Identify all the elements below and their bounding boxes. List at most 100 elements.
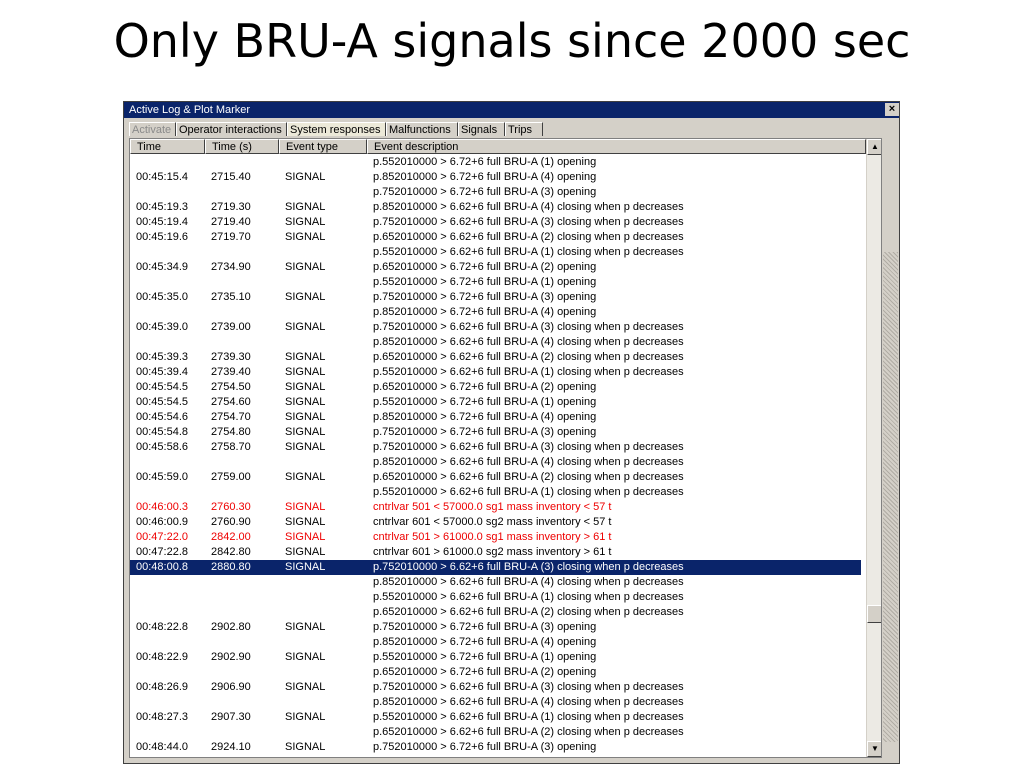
scroll-up-icon[interactable]: ▲ <box>867 139 881 155</box>
scroll-thumb[interactable] <box>867 605 881 623</box>
table-row[interactable]: 00:48:26.9 2906.90 SIGNAL p.752010000 > 6.6… <box>130 680 861 695</box>
cell-time: 00:45:39.0 <box>136 321 188 333</box>
cell-event-description: cntrlvar 601 < 57000.0 sg2 mass inventor… <box>373 516 612 528</box>
cell-event-description: p.552010000 > 6.62+6 full BRU-A (1) clos… <box>373 246 684 258</box>
column-header-event-type[interactable]: Event type <box>279 139 367 154</box>
window-titlebar[interactable]: Active Log & Plot Marker × <box>124 102 899 118</box>
table-row[interactable]: 00:45:19.3 2719.30 SIGNAL p.852010000 > 6.6… <box>130 200 861 215</box>
table-row[interactable]: 00:47:22.0 2842.00 SIGNAL cntrlvar 501 > 61… <box>130 530 861 545</box>
table-row[interactable]: 00:47:22.8 2842.80 SIGNAL cntrlvar 601 > 61… <box>130 545 861 560</box>
tab-trips[interactable]: Trips <box>505 122 543 136</box>
column-header-event-description[interactable]: Event description <box>367 139 866 154</box>
tab-signals[interactable]: Signals <box>458 122 505 136</box>
tab-operator-interactions[interactable]: Operator interactions <box>176 122 287 136</box>
table-row[interactable]: p.852010000 > 6.72+6 full BRU-A (4) open… <box>130 305 861 320</box>
table-row[interactable]: 00:45:59.0 2759.00 SIGNAL p.652010000 > 6.6… <box>130 470 861 485</box>
table-row[interactable]: 00:45:15.4 2715.40 SIGNAL p.852010000 > 6.7… <box>130 170 861 185</box>
table-row[interactable]: 00:46:00.9 2760.90 SIGNAL cntrlvar 601 < 57… <box>130 515 861 530</box>
cell-time: 00:45:35.0 <box>136 291 188 303</box>
cell-event-type: SIGNAL <box>285 261 326 273</box>
table-row[interactable]: 00:48:44.0 2924.10 SIGNAL p.752010000 > 6.7… <box>130 740 861 755</box>
cell-event-description: p.852010000 > 6.62+6 full BRU-A (4) clos… <box>373 201 684 213</box>
table-row[interactable]: p.552010000 > 6.72+6 full BRU-A (1) open… <box>130 275 861 290</box>
table-row[interactable]: 00:45:58.6 2758.70 SIGNAL p.752010000 > 6.6… <box>130 440 861 455</box>
cell-time-s: 2760.90 <box>211 516 251 528</box>
table-row[interactable]: 00:45:34.9 2734.90 SIGNAL p.652010000 > 6.7… <box>130 260 861 275</box>
cell-event-description: p.552010000 > 6.62+6 full BRU-A (1) clos… <box>373 486 684 498</box>
cell-event-description: p.752010000 > 6.72+6 full BRU-A (3) open… <box>373 291 597 303</box>
table-row[interactable]: p.852010000 > 6.72+6 full BRU-A (4) open… <box>130 635 861 650</box>
cell-time: 00:45:15.4 <box>136 171 188 183</box>
cell-time: 00:45:19.6 <box>136 231 188 243</box>
cell-time: 00:45:54.5 <box>136 396 188 408</box>
cell-time: 00:48:27.3 <box>136 711 188 723</box>
table-row[interactable]: p.652010000 > 6.62+6 full BRU-A (2) clos… <box>130 605 861 620</box>
cell-event-description: cntrlvar 501 < 57000.0 sg1 mass inventor… <box>373 501 612 513</box>
tab-system-responses[interactable]: System responses <box>287 122 386 136</box>
column-header-time[interactable]: Time <box>130 139 205 154</box>
table-row[interactable]: 00:45:39.4 2739.40 SIGNAL p.552010000 > 6.6… <box>130 365 861 380</box>
table-row[interactable]: 00:48:22.8 2902.80 SIGNAL p.752010000 > 6.7… <box>130 620 861 635</box>
cell-event-description: p.852010000 > 6.72+6 full BRU-A (4) open… <box>373 306 597 318</box>
cell-event-type: SIGNAL <box>285 561 326 573</box>
table-row[interactable]: p.552010000 > 6.62+6 full BRU-A (1) clos… <box>130 590 861 605</box>
table-row[interactable]: 00:45:54.5 2754.60 SIGNAL p.552010000 > 6.7… <box>130 395 861 410</box>
table-row[interactable]: 00:45:39.3 2739.30 SIGNAL p.652010000 > 6.6… <box>130 350 861 365</box>
scroll-down-icon[interactable]: ▼ <box>867 741 881 757</box>
cell-event-description: p.752010000 > 6.72+6 full BRU-A (3) open… <box>373 741 597 753</box>
table-row[interactable]: p.852010000 > 6.62+6 full BRU-A (4) clos… <box>130 335 861 350</box>
window-resize-grip[interactable] <box>883 252 898 742</box>
cell-time: 00:46:00.9 <box>136 516 188 528</box>
cell-time-s: 2902.80 <box>211 621 251 633</box>
vertical-scrollbar[interactable]: ▲ ▼ <box>866 139 881 757</box>
table-row[interactable]: 00:45:19.6 2719.70 SIGNAL p.652010000 > 6.6… <box>130 230 861 245</box>
cell-time: 00:45:54.6 <box>136 411 188 423</box>
table-row[interactable]: 00:45:54.8 2754.80 SIGNAL p.752010000 > 6.7… <box>130 425 861 440</box>
table-row[interactable]: p.852010000 > 6.62+6 full BRU-A (4) clos… <box>130 575 861 590</box>
table-row[interactable]: p.652010000 > 6.62+6 full BRU-A (2) clos… <box>130 725 861 740</box>
tab-activate[interactable]: Activate <box>129 122 176 136</box>
table-row[interactable]: p.852010000 > 6.62+6 full BRU-A (4) clos… <box>130 695 861 710</box>
cell-event-description: p.652010000 > 6.72+6 full BRU-A (2) open… <box>373 381 597 393</box>
cell-event-description: p.752010000 > 6.62+6 full BRU-A (3) clos… <box>373 681 684 693</box>
table-row[interactable]: p.552010000 > 6.62+6 full BRU-A (1) clos… <box>130 485 861 500</box>
cell-event-description: p.552010000 > 6.72+6 full BRU-A (1) open… <box>373 396 597 408</box>
column-header-time-s[interactable]: Time (s) <box>205 139 279 154</box>
log-window: Active Log & Plot Marker × Activate Oper… <box>123 101 900 764</box>
cell-event-type: SIGNAL <box>285 501 326 513</box>
close-icon[interactable]: × <box>885 103 899 116</box>
cell-event-description: p.752010000 > 6.62+6 full BRU-A (3) clos… <box>373 321 684 333</box>
cell-time: 00:47:22.0 <box>136 531 188 543</box>
event-list[interactable]: Time Time (s) Event type Event descripti… <box>129 138 882 758</box>
table-row[interactable]: p.552010000 > 6.62+6 full BRU-A (1) clos… <box>130 245 861 260</box>
cell-event-description: p.752010000 > 6.62+6 full BRU-A (3) clos… <box>373 216 684 228</box>
table-row[interactable]: 00:45:54.6 2754.70 SIGNAL p.852010000 > 6.7… <box>130 410 861 425</box>
table-row[interactable]: p.752010000 > 6.72+6 full BRU-A (3) open… <box>130 185 861 200</box>
cell-time-s: 2880.80 <box>211 561 251 573</box>
table-row[interactable]: 00:46:00.3 2760.30 SIGNAL cntrlvar 501 < 57… <box>130 500 861 515</box>
cell-event-type: SIGNAL <box>285 366 326 378</box>
cell-event-description: p.652010000 > 6.72+6 full BRU-A (2) open… <box>373 261 597 273</box>
cell-event-description: p.652010000 > 6.62+6 full BRU-A (2) clos… <box>373 606 684 618</box>
table-row[interactable]: 00:45:19.4 2719.40 SIGNAL p.752010000 > 6.6… <box>130 215 861 230</box>
tab-malfunctions[interactable]: Malfunctions <box>386 122 458 136</box>
table-row[interactable]: 00:48:27.3 2907.30 SIGNAL p.552010000 > 6.6… <box>130 710 861 725</box>
table-row[interactable]: 00:45:35.0 2735.10 SIGNAL p.752010000 > 6.7… <box>130 290 861 305</box>
cell-time-s: 2735.10 <box>211 291 251 303</box>
cell-event-type: SIGNAL <box>285 381 326 393</box>
cell-time-s: 2842.80 <box>211 546 251 558</box>
table-row[interactable]: 00:48:22.9 2902.90 SIGNAL p.552010000 > 6.7… <box>130 650 861 665</box>
table-row[interactable]: p.652010000 > 6.72+6 full BRU-A (2) open… <box>130 665 861 680</box>
table-row[interactable]: 00:45:39.0 2739.00 SIGNAL p.752010000 > 6.6… <box>130 320 861 335</box>
slide-title: Only BRU-A signals since 2000 sec <box>113 14 911 68</box>
cell-event-description: p.752010000 > 6.72+6 full BRU-A (3) open… <box>373 186 597 198</box>
table-row[interactable]: p.552010000 > 6.72+6 full BRU-A (1) open… <box>130 155 861 170</box>
cell-time-s: 2734.90 <box>211 261 251 273</box>
cell-time: 00:48:26.9 <box>136 681 188 693</box>
cell-event-description: p.552010000 > 6.62+6 full BRU-A (1) clos… <box>373 711 684 723</box>
cell-event-description: p.552010000 > 6.72+6 full BRU-A (1) open… <box>373 156 597 168</box>
cell-time: 00:48:00.8 <box>136 561 188 573</box>
table-row[interactable]: 00:45:54.5 2754.50 SIGNAL p.652010000 > 6.7… <box>130 380 861 395</box>
table-row[interactable]: p.852010000 > 6.62+6 full BRU-A (4) clos… <box>130 455 861 470</box>
table-row[interactable]: 00:48:00.8 2880.80 SIGNAL p.752010000 > 6.6… <box>130 560 861 575</box>
